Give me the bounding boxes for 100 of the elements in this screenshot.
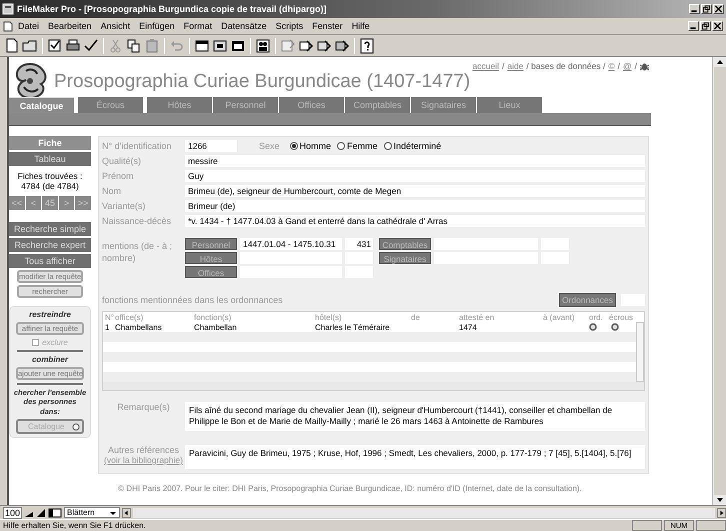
bibliography-link[interactable]: (voir la bibliographie) <box>104 454 183 465</box>
app-icon <box>2 3 14 15</box>
record-count: Fiches trouvées : 4784 (de 4784) <box>16 170 84 193</box>
section-title: fonctions mentionnées dans les ordonnances <box>102 295 283 305</box>
round-button-icon[interactable] <box>611 323 619 331</box>
round-button-icon[interactable] <box>589 323 597 331</box>
radio-button[interactable] <box>384 142 392 150</box>
section-heading: restreindre <box>28 310 72 319</box>
column-header: attesté en <box>459 312 496 322</box>
field-value: 431 <box>345 238 373 250</box>
field-label: Naissance-décès <box>102 216 172 226</box>
nav-button[interactable]: >> <box>75 196 91 210</box>
radio-button[interactable] <box>290 142 298 150</box>
record-arrow-icon[interactable] <box>298 38 314 54</box>
menu-item[interactable]: Datei <box>14 21 44 31</box>
category-button[interactable]: Signataires <box>379 252 431 264</box>
tab[interactable]: Hôtes <box>147 97 212 113</box>
column-header: ord. <box>589 312 604 322</box>
search-button[interactable]: Tous afficher <box>9 254 91 268</box>
tab[interactable]: Lieux <box>477 97 542 113</box>
dropdown-icon[interactable] <box>72 422 80 431</box>
menu-item[interactable]: Hilfe <box>348 21 374 31</box>
restore-icon[interactable] <box>700 21 711 31</box>
view-button[interactable]: Fiche <box>9 136 91 150</box>
zoom-in-icon[interactable] <box>36 508 46 518</box>
window-icon[interactable] <box>212 38 228 54</box>
scroll-down-icon[interactable] <box>716 497 724 503</box>
printer-icon[interactable] <box>65 38 81 54</box>
clipboard-icon[interactable] <box>144 38 160 54</box>
link-separator: / <box>634 61 637 71</box>
menu-item[interactable]: Fenster <box>308 21 347 31</box>
bug-icon[interactable] <box>640 62 649 70</box>
nav-link[interactable]: © <box>608 61 615 71</box>
tab[interactable]: Comptables <box>345 97 410 113</box>
nav-link[interactable]: accueil <box>472 61 499 71</box>
field-label: Autres références <box>106 444 180 455</box>
column-header: N° <box>105 312 115 322</box>
tab[interactable]: Catalogue <box>9 97 74 113</box>
menu-item[interactable]: Ansicht <box>96 21 134 31</box>
new-page-icon[interactable] <box>4 38 20 54</box>
link-separator: / <box>618 61 620 71</box>
help-icon[interactable] <box>359 38 375 54</box>
menu-item[interactable]: Bearbeiten <box>44 21 96 31</box>
checkbox[interactable] <box>32 339 40 346</box>
field-value: *v. 1434 - † 1477.04.03 à Gand et enterré dans la cathédrale d' Arras <box>185 215 645 227</box>
menu-item[interactable]: Einfügen <box>135 21 179 31</box>
checkbox-label: exclure <box>42 338 68 347</box>
column-header: office(s) <box>115 312 144 322</box>
minimize-icon[interactable] <box>689 4 700 14</box>
remark-text: Fils aîné du second mariage du chevalier Jean (II), seigneur d'Humbercourt (†1441), conseiller et chambellan de Philippe le Bon et de Marie de Mailly-Mailly ; marié le 26 mars 1463 à Antoinette de Rambures <box>185 402 645 431</box>
window-icon[interactable] <box>194 38 210 54</box>
close-icon[interactable] <box>713 4 724 14</box>
layout-icon[interactable] <box>48 508 62 518</box>
search-button[interactable]: Recherche expert <box>9 238 91 252</box>
category-button[interactable]: Comptables <box>379 238 431 250</box>
zoom-level[interactable]: 100 <box>3 506 22 518</box>
people-icon[interactable] <box>255 38 271 54</box>
field-value: Guy <box>185 170 645 182</box>
restore-icon[interactable] <box>701 4 712 14</box>
scroll-left-icon[interactable] <box>122 508 131 518</box>
record-arrow-icon[interactable] <box>334 38 350 54</box>
scrollbar[interactable] <box>636 322 644 382</box>
nav-link[interactable]: aide <box>507 61 524 71</box>
field-label: Prénom <box>102 171 135 181</box>
nav-button[interactable]: << <box>9 196 25 210</box>
nav-link[interactable]: @ <box>622 61 632 71</box>
view-button[interactable]: Tableau <box>9 152 91 166</box>
link-separator: / bases de données / <box>526 61 606 71</box>
category-button[interactable]: Personnel <box>185 238 237 250</box>
tab[interactable]: Signataires <box>411 97 476 113</box>
minimize-icon[interactable] <box>688 21 699 31</box>
mode-dropdown[interactable]: Blättern <box>64 507 120 518</box>
category-button[interactable]: Offices <box>185 266 237 278</box>
scrollbar[interactable] <box>712 57 726 505</box>
close-icon[interactable] <box>712 21 723 31</box>
copy-icon[interactable] <box>126 38 142 54</box>
scrollbar-track[interactable] <box>132 508 715 518</box>
search-button[interactable]: Recherche simple <box>9 222 91 236</box>
radio-label: Homme <box>300 141 332 151</box>
menu-item[interactable]: Scripts <box>272 21 308 31</box>
tab[interactable]: Écrous <box>78 97 143 113</box>
field-label: Qualité(s) <box>102 156 142 166</box>
menu-item[interactable]: Datensätze <box>217 21 271 31</box>
checkbox-icon[interactable] <box>47 38 63 54</box>
nav-button[interactable]: 45 <box>42 196 58 210</box>
nav-button[interactable]: < <box>26 196 42 210</box>
scroll-up-icon[interactable] <box>716 59 724 65</box>
record-arrow-icon[interactable] <box>316 38 332 54</box>
column-header: à (avant) <box>543 312 576 322</box>
ordonnances-button[interactable]: Ordonnances <box>558 293 616 307</box>
field-value: 1266 <box>185 140 237 152</box>
scroll-right-icon[interactable] <box>717 508 726 518</box>
category-button[interactable]: Hôtes <box>185 252 237 264</box>
tab[interactable]: Offices <box>279 97 344 113</box>
tab[interactable]: Personnel <box>213 97 278 113</box>
radio-button[interactable] <box>337 142 346 150</box>
field-value: Brimeur (de) <box>185 200 645 212</box>
menu-item[interactable]: Format <box>180 21 216 31</box>
folder-icon[interactable] <box>22 38 38 54</box>
nav-button[interactable]: > <box>58 196 74 210</box>
